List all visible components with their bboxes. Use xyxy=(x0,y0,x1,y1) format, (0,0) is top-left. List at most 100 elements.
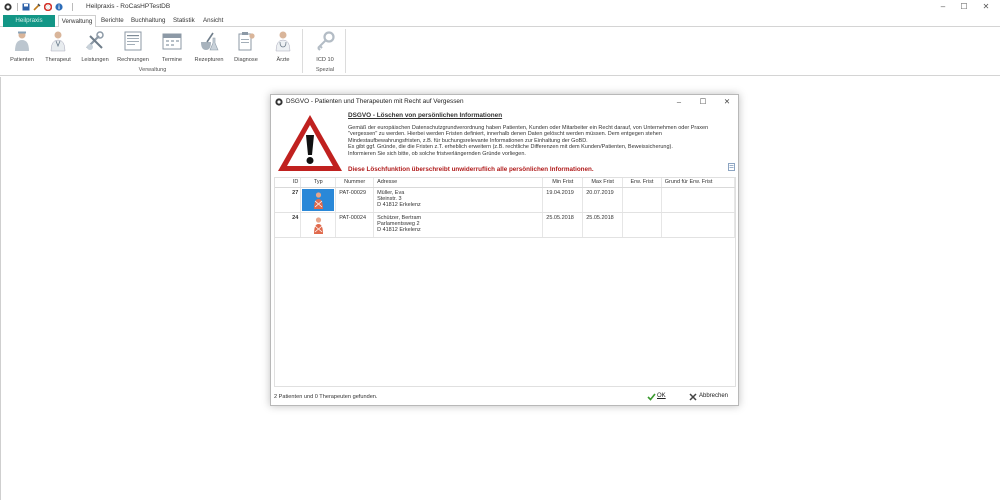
group-separator xyxy=(345,29,346,73)
cell-id: 27 xyxy=(275,187,302,213)
tab-berichte[interactable]: Berichte xyxy=(101,15,124,27)
table-header-row: ID Typ Nummer Adresse Min Frist Max Fris… xyxy=(275,178,736,188)
doctor-icon xyxy=(275,31,291,52)
tools-icon[interactable] xyxy=(33,3,41,11)
column-header-max-frist[interactable]: Max Frist xyxy=(582,178,624,188)
termine-label: Termine xyxy=(162,57,182,63)
info-icon[interactable] xyxy=(55,3,63,11)
cell-grund[interactable] xyxy=(661,212,736,238)
deletion-warning: Diese Löschfunktion überschreibt unwider… xyxy=(348,166,594,173)
column-header-min-frist[interactable]: Min Frist xyxy=(542,178,584,188)
warning-triangle-icon xyxy=(278,115,342,171)
maximize-button[interactable]: ☐ xyxy=(958,2,970,12)
dsgvo-dialog: DSGVO - Patienten und Therapeuten mit Re… xyxy=(270,94,739,406)
status-text: 2 Patienten und 0 Therapeuten gefunden. xyxy=(274,394,378,400)
dialog-close-button[interactable]: ✕ xyxy=(722,97,732,107)
window-title: Heilpraxis - RoCasHPTestDB xyxy=(86,3,171,10)
tab-ansicht[interactable]: Ansicht xyxy=(203,15,223,27)
rechnungen-button[interactable]: Rechnungen xyxy=(116,29,150,65)
document-note-icon[interactable] xyxy=(728,163,735,171)
cell-typ xyxy=(300,187,337,213)
cell-min-frist: 19.04.2019 xyxy=(542,187,584,213)
group-label-verwaltung: Verwaltung xyxy=(138,67,167,73)
ribbon-tab-bar: Heilpraxis Verwaltung Berichte Buchhaltu… xyxy=(0,15,1000,28)
tab-file[interactable]: Heilpraxis xyxy=(3,15,55,27)
cell-min-frist: 25.05.2018 xyxy=(542,212,584,238)
table-row[interactable]: 24 PAT-00024 Schützer, Bertram Parlament… xyxy=(275,212,736,238)
cell-nummer: PAT-00029 xyxy=(335,187,375,213)
therapeut-label: Therapeut xyxy=(45,57,71,63)
help-lifebuoy-icon[interactable] xyxy=(44,3,52,11)
app-logo-icon xyxy=(275,98,283,106)
save-icon[interactable] xyxy=(22,3,30,11)
close-button[interactable]: ✕ xyxy=(980,2,992,12)
patient-figure-icon xyxy=(314,191,324,209)
cell-grund[interactable] xyxy=(661,187,736,213)
cell-id: 24 xyxy=(275,212,302,238)
ok-label: OK xyxy=(657,393,666,399)
cell-erw-frist[interactable] xyxy=(622,187,662,213)
aerzte-button[interactable]: Ärzte xyxy=(266,29,300,65)
minimize-button[interactable]: – xyxy=(937,2,949,12)
cell-adresse: Müller, Eva Steinstr. 3 D 41812 Erkelenz xyxy=(373,187,544,213)
dialog-heading: DSGVO - Löschen von persönlichen Informa… xyxy=(348,112,503,119)
checkmark-icon xyxy=(647,393,656,401)
column-header-id[interactable]: ID xyxy=(275,178,302,188)
cancel-x-icon xyxy=(689,393,697,401)
termine-button[interactable]: Termine xyxy=(155,29,189,65)
diagnose-label: Diagnose xyxy=(234,57,258,63)
address-city: D 41812 Erkelenz xyxy=(377,202,421,209)
dialog-description: Gemäß der europäischen Datenschutzgrundv… xyxy=(348,125,728,157)
quick-access-separator xyxy=(72,3,73,11)
tab-buchhaltung[interactable]: Buchhaltung xyxy=(131,15,165,27)
cell-max-frist: 20.07.2019 xyxy=(582,187,624,213)
column-header-grund[interactable]: Grund für Erw. Frist xyxy=(661,178,736,188)
services-tools-icon xyxy=(86,31,104,50)
quick-access-separator xyxy=(17,3,18,11)
app-titlebar: Heilpraxis - RoCasHPTestDB – ☐ ✕ xyxy=(0,0,1000,14)
icd10-label: ICD 10 xyxy=(316,57,334,63)
cancel-button[interactable]: Abbrechen xyxy=(687,392,735,402)
patient-figure-icon xyxy=(314,216,324,234)
icd10-button[interactable]: ICD 10 xyxy=(308,29,342,65)
patient-icon xyxy=(15,31,29,51)
leistungen-button[interactable]: Leistungen xyxy=(78,29,112,65)
group-separator xyxy=(302,29,303,73)
type-cell-selected xyxy=(302,188,335,211)
dialog-minimize-button[interactable]: – xyxy=(674,97,684,107)
diagnose-button[interactable]: Diagnose xyxy=(229,29,263,65)
therapist-icon xyxy=(50,31,66,52)
invoice-icon xyxy=(124,31,142,51)
table-row[interactable]: 27 PAT-00029 Müller, Eva Steinstr. 3 D 4… xyxy=(275,187,736,213)
column-header-nummer[interactable]: Nummer xyxy=(335,178,375,188)
leistungen-label: Leistungen xyxy=(81,57,109,63)
type-cell xyxy=(302,214,334,236)
rezepturen-label: Rezepturen xyxy=(194,57,224,63)
records-grid: ID Typ Nummer Adresse Min Frist Max Fris… xyxy=(274,177,736,387)
calendar-icon xyxy=(162,33,182,50)
description-line: Informieren Sie sich bitte, ob solche fr… xyxy=(348,150,526,157)
cell-nummer: PAT-00024 xyxy=(335,212,375,238)
therapeut-button[interactable]: Therapeut xyxy=(41,29,75,65)
patienten-label: Patienten xyxy=(10,57,34,63)
dialog-titlebar: DSGVO - Patienten und Therapeuten mit Re… xyxy=(271,95,738,109)
dialog-maximize-button[interactable]: ☐ xyxy=(698,97,708,107)
ribbon: Patienten Therapeut Leistungen Rechnunge… xyxy=(0,27,1000,76)
address-city: D 41812 Erkelenz xyxy=(377,227,421,234)
tab-statistik[interactable]: Statistik xyxy=(173,15,195,27)
rechnungen-label: Rechnungen xyxy=(117,57,149,63)
ok-button[interactable]: OK xyxy=(645,392,673,402)
column-header-typ[interactable]: Typ xyxy=(300,178,337,188)
column-header-adresse[interactable]: Adresse xyxy=(373,178,544,188)
aerzte-label: Ärzte xyxy=(276,57,290,63)
patienten-button[interactable]: Patienten xyxy=(5,29,39,65)
app-logo-icon xyxy=(4,3,12,11)
cell-adresse: Schützer, Bertram Parlamentsweg 2 D 4181… xyxy=(373,212,544,238)
column-header-erw-frist[interactable]: Erw. Frist xyxy=(622,178,662,188)
cell-erw-frist[interactable] xyxy=(622,212,662,238)
rezepturen-button[interactable]: Rezepturen xyxy=(192,29,226,65)
description-line: Es gibt ggf. Gründe, die die Fristen z.T… xyxy=(348,144,673,151)
dialog-title: DSGVO - Patienten und Therapeuten mit Re… xyxy=(286,98,464,105)
group-label-spezial: Spezial xyxy=(315,67,335,73)
mortar-flask-icon xyxy=(201,32,219,51)
